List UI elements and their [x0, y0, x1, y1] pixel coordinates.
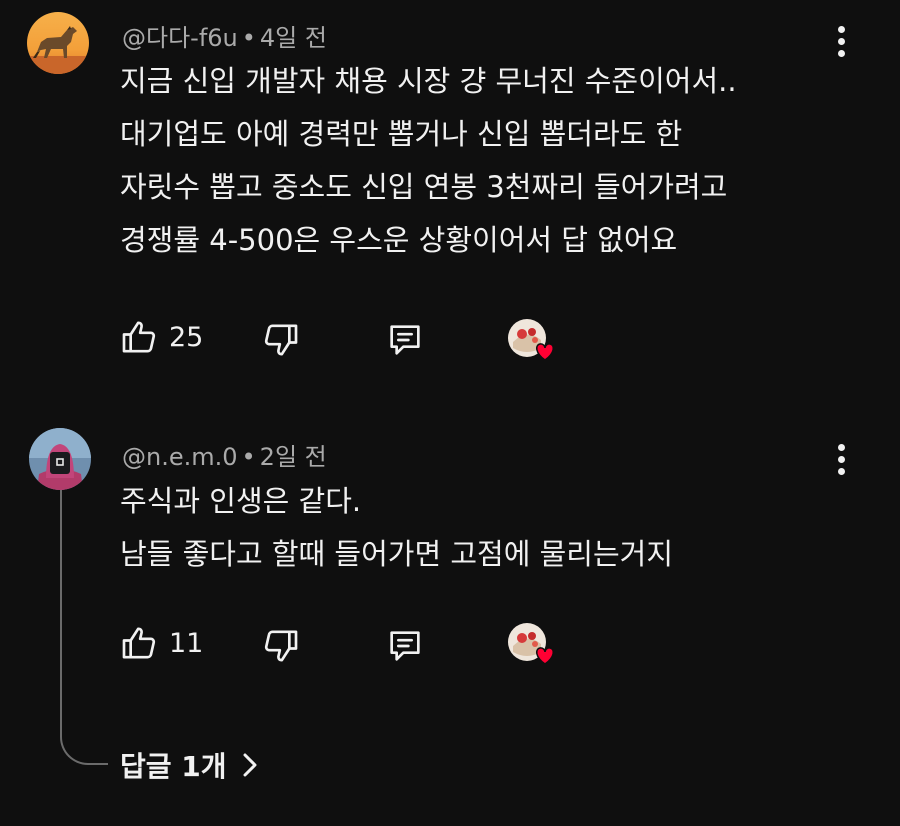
comment-reply-icon: [390, 325, 420, 355]
thumbs-down-icon: [264, 324, 298, 356]
author-avatar[interactable]: [29, 428, 91, 490]
meta-separator: •: [241, 443, 256, 471]
comment-text-line: 자릿수 뽑고 중소도 신입 연봉 3천짜리 들어가려고: [120, 170, 728, 204]
comment-menu-button[interactable]: [826, 437, 856, 481]
thumbs-up-icon: [122, 627, 156, 659]
like-button[interactable]: 11: [119, 623, 203, 663]
horse-avatar-icon: [27, 12, 89, 74]
author-name[interactable]: @n.e.m.0: [122, 443, 238, 471]
chevron-right-icon: [243, 753, 257, 777]
thumbs-down-icon: [264, 630, 298, 662]
comment-text: 지금 신입 개발자 채용 시장 걍 무너진 수준이어서.. 대기업도 아예 경력…: [120, 55, 737, 267]
view-replies-button[interactable]: 답글 1개: [120, 745, 259, 785]
comment-text: 주식과 인생은 같다. 남들 좋다고 할때 들어가면 고점에 물리는거지: [120, 475, 673, 581]
comment-text-line: 경쟁률 4-500은 우스운 상황이어서 답 없어요: [120, 223, 678, 257]
replies-count-label: 답글 1개: [120, 750, 227, 783]
like-count: 11: [169, 627, 204, 659]
creator-heart-icon: [508, 623, 555, 665]
more-vert-icon: [837, 443, 845, 451]
author-name[interactable]: @다다-f6u: [122, 24, 238, 52]
reply-button[interactable]: [384, 320, 426, 360]
comment-text-line: 남들 좋다고 할때 들어가면 고점에 물리는거지: [120, 537, 674, 571]
meta-separator: •: [241, 24, 256, 52]
thumbs-up-icon: [122, 321, 156, 353]
creator-heart-icon: [508, 319, 555, 361]
thread-connector-line: [60, 490, 108, 765]
author-avatar[interactable]: [27, 12, 89, 74]
comment-time: 4일 전: [259, 24, 327, 52]
comment-text-line: 대기업도 아예 경력만 뽑거나 신입 뽑더라도 한: [120, 117, 683, 151]
like-count: 25: [169, 321, 204, 353]
dislike-button[interactable]: [261, 320, 301, 360]
comment-text-line: 지금 신입 개발자 채용 시장 걍 무너진 수준이어서..: [120, 64, 737, 98]
dislike-button[interactable]: [261, 626, 301, 666]
comment-text-line: 주식과 인생은 같다.: [120, 484, 362, 518]
creator-heart-badge: [507, 622, 555, 665]
like-button[interactable]: 25: [119, 317, 203, 357]
comment-time: 2일 전: [259, 443, 327, 471]
more-vert-icon: [837, 25, 845, 33]
comment-meta: @다다-f6u • 4일 전: [122, 18, 327, 53]
comment-meta: @n.e.m.0 • 2일 전: [122, 437, 327, 472]
comment-menu-button[interactable]: [826, 19, 856, 63]
creator-heart-badge: [507, 318, 555, 361]
comment-reply-icon: [390, 631, 420, 661]
reply-button[interactable]: [384, 626, 426, 666]
masked-guard-avatar-icon: [29, 428, 91, 490]
